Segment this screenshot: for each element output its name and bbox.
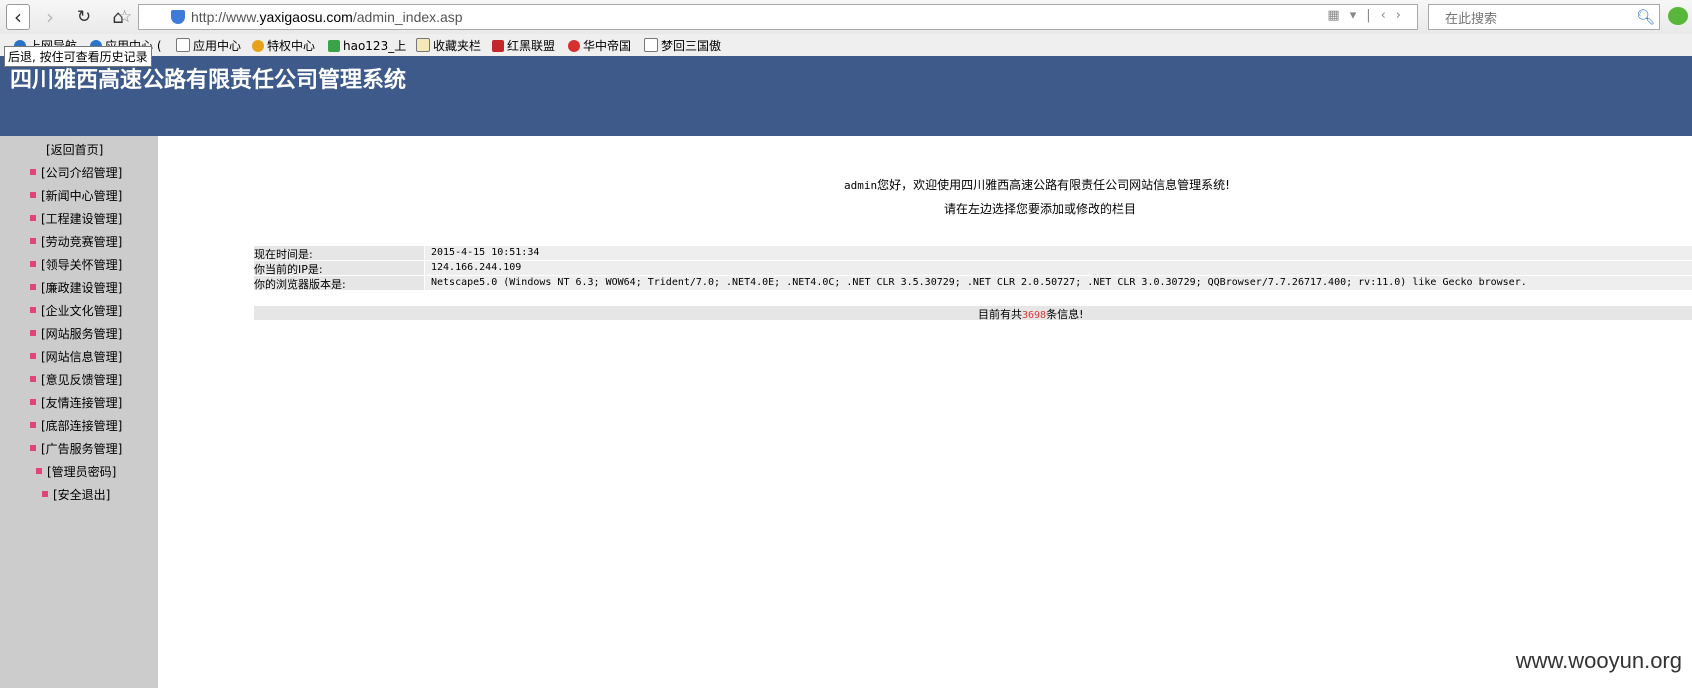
sidebar-item-ads[interactable]: [广告服务管理] <box>30 440 122 457</box>
info-label: 你当前的IP是: <box>254 263 323 276</box>
wechat-icon[interactable] <box>1668 7 1688 25</box>
info-row-browser: 你的浏览器版本是: Netscape5.0 (Windows NT 6.3; W… <box>254 276 1692 291</box>
info-label: 你的浏览器版本是: <box>254 278 346 291</box>
back-tooltip: 后退, 按住可查看历史记录 <box>4 46 152 67</box>
instruction-text: 请在左边选择您要添加或修改的栏目 <box>944 202 1137 216</box>
bookmark-item[interactable]: 收藏夹栏 <box>416 37 481 54</box>
search-icon[interactable]: 🔍︎ <box>1636 8 1655 26</box>
site-header: 四川雅西高速公路有限责任公司管理系统 <box>0 56 1692 136</box>
browser-toolbar: ‹ › ↻ ⌂ ☆ http://www.yaxigaosu.com/admin… <box>0 0 1692 34</box>
bullet-icon <box>30 422 36 428</box>
bullet-icon <box>30 353 36 359</box>
sidebar-item-home[interactable]: [返回首页] <box>46 141 103 158</box>
bookmark-item[interactable]: 应用中心 <box>176 37 241 54</box>
info-row-ip: 你当前的IP是: 124.166.244.109 <box>254 261 1692 276</box>
page-icon <box>644 38 658 52</box>
info-label: 现在时间是: <box>254 248 313 261</box>
bookmark-item[interactable]: 红黑联盟 <box>492 37 555 54</box>
privilege-icon <box>252 40 264 52</box>
bullet-icon <box>30 238 36 244</box>
sidebar-item-site-service[interactable]: [网站服务管理] <box>30 325 122 342</box>
sidebar-item-friend-links[interactable]: [友情连接管理] <box>30 394 122 411</box>
sidebar-item-footer-links[interactable]: [底部连接管理] <box>30 417 122 434</box>
bullet-icon <box>42 491 48 497</box>
record-count-row: 目前有共3698条信息! <box>254 306 1692 321</box>
refresh-icon: ↻ <box>76 7 92 27</box>
watermark: www.wooyun.org <box>1515 648 1682 673</box>
info-value: 2015-4-15 10:51:34 <box>424 246 1692 260</box>
shield-icon <box>492 40 504 52</box>
favorite-star-icon[interactable]: ☆ <box>117 7 132 27</box>
sidebar-item-culture[interactable]: [企业文化管理] <box>30 302 122 319</box>
admin-sidebar: [返回首页] [公司介绍管理] [新闻中心管理] [工程建设管理] [劳动竞赛管… <box>0 136 158 688</box>
forward-arrow-icon: › <box>46 5 54 29</box>
search-input[interactable] <box>1443 7 1627 29</box>
search-box[interactable]: 🔍︎ <box>1428 4 1660 30</box>
folder-icon <box>416 38 430 52</box>
bullet-icon <box>30 307 36 313</box>
bird-icon <box>568 40 580 52</box>
bullet-icon <box>30 330 36 336</box>
info-row-time: 现在时间是: 2015-4-15 10:51:34 <box>254 246 1692 261</box>
security-shield-icon <box>171 10 185 24</box>
refresh-button[interactable]: ↻ <box>72 4 96 30</box>
sidebar-item-logout[interactable]: [安全退出] <box>42 486 110 503</box>
bullet-icon <box>30 169 36 175</box>
record-count-value: 3698 <box>1022 310 1047 321</box>
sidebar-item-site-info[interactable]: [网站信息管理] <box>30 348 122 365</box>
bookmark-item[interactable]: hao123_上 <box>328 37 406 54</box>
bookmarks-bar: 上网导航 应用中心 ( 应用中心 特权中心 hao123_上 收藏夹栏 红黑联盟… <box>0 34 1692 56</box>
sidebar-item-leadership[interactable]: [领导关怀管理] <box>30 256 122 273</box>
back-button[interactable]: ‹ <box>6 4 30 30</box>
main-content: admin您好，欢迎使用四川雅西高速公路有限责任公司网站信息管理系统! 请在左边… <box>158 136 1692 688</box>
bookmark-item[interactable]: 华中帝国 <box>568 37 631 54</box>
bullet-icon <box>30 399 36 405</box>
bookmark-item[interactable]: 梦回三国傲 <box>644 37 721 54</box>
sidebar-item-labor-contest[interactable]: [劳动竞赛管理] <box>30 233 122 250</box>
hao123-icon <box>328 40 340 52</box>
address-bar-tools[interactable]: ▦▾|‹› <box>1327 8 1411 23</box>
bullet-icon <box>30 192 36 198</box>
info-value: Netscape5.0 (Windows NT 6.3; WOW64; Trid… <box>424 276 1692 290</box>
info-value: 124.166.244.109 <box>424 261 1692 275</box>
sidebar-item-admin-password[interactable]: [管理员密码] <box>36 463 116 480</box>
bullet-icon <box>30 261 36 267</box>
page-icon <box>176 38 190 52</box>
sidebar-item-integrity[interactable]: [廉政建设管理] <box>30 279 122 296</box>
bullet-icon <box>36 468 42 474</box>
welcome-message: admin您好，欢迎使用四川雅西高速公路有限责任公司网站信息管理系统! <box>844 178 1230 192</box>
sidebar-item-construction[interactable]: [工程建设管理] <box>30 210 122 227</box>
sidebar-item-news[interactable]: [新闻中心管理] <box>30 187 122 204</box>
sidebar-item-feedback[interactable]: [意见反馈管理] <box>30 371 122 388</box>
url-text: http://www.yaxigaosu.com/admin_index.asp <box>191 9 463 25</box>
bullet-icon <box>30 376 36 382</box>
sidebar-item-company[interactable]: [公司介绍管理] <box>30 164 122 181</box>
address-bar[interactable]: ☆ http://www.yaxigaosu.com/admin_index.a… <box>117 4 1418 30</box>
back-arrow-icon: ‹ <box>14 5 22 29</box>
bookmark-item[interactable]: 特权中心 <box>252 37 315 54</box>
bullet-icon <box>30 445 36 451</box>
forward-button[interactable]: › <box>38 4 62 30</box>
bullet-icon <box>30 215 36 221</box>
record-count-text: 目前有共3698条信息! <box>978 308 1084 321</box>
bullet-icon <box>30 284 36 290</box>
